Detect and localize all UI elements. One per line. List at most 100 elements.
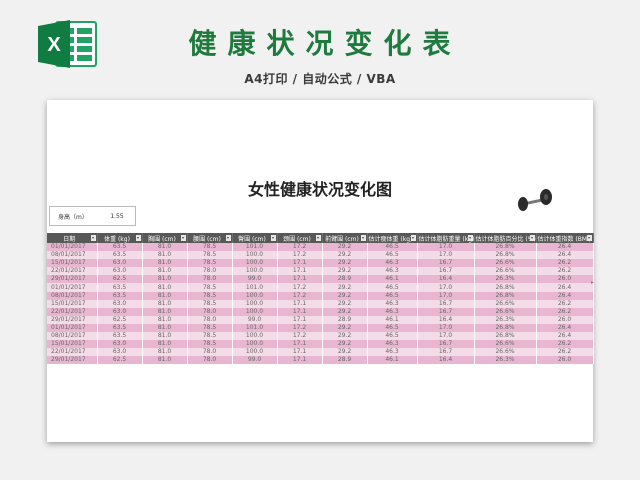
- table-cell[interactable]: 100.0: [232, 259, 278, 268]
- table-cell[interactable]: 63.5: [97, 291, 143, 300]
- table-cell[interactable]: 28.9: [322, 275, 368, 284]
- table-cell[interactable]: 17.2: [277, 251, 323, 260]
- table-cell[interactable]: 78.5: [187, 299, 233, 308]
- table-cell[interactable]: 26.0: [536, 315, 594, 324]
- filter-dropdown-icon[interactable]: ▾: [270, 235, 276, 241]
- column-header[interactable]: 颈围 (cm) ▾: [277, 233, 323, 243]
- scroll-right-icon[interactable]: ▸: [591, 279, 594, 286]
- table-cell[interactable]: 01/01/2017: [47, 323, 98, 333]
- table-cell[interactable]: 46.3: [367, 259, 418, 268]
- table-cell[interactable]: 46.5: [367, 332, 418, 341]
- table-cell[interactable]: 17.1: [277, 315, 323, 324]
- table-cell[interactable]: 78.0: [187, 267, 233, 276]
- table-cell[interactable]: 29/01/2017: [47, 356, 98, 365]
- table-cell[interactable]: 08/01/2017: [47, 291, 98, 300]
- table-cell[interactable]: 29.2: [322, 332, 368, 341]
- table-cell[interactable]: 15/01/2017: [47, 299, 98, 308]
- column-header[interactable]: 胸围 (cm) ▾: [142, 233, 188, 243]
- table-cell[interactable]: 29.2: [322, 299, 368, 308]
- table-cell[interactable]: 26.2: [536, 340, 594, 349]
- table-cell[interactable]: 26.4: [536, 243, 594, 252]
- column-header[interactable]: 估计体脂肪重量 (kg) ▾: [417, 233, 475, 243]
- table-cell[interactable]: 81.0: [142, 283, 188, 292]
- table-cell[interactable]: 78.5: [187, 291, 233, 300]
- table-cell[interactable]: 101.0: [232, 283, 278, 292]
- table-cell[interactable]: 81.0: [142, 243, 188, 252]
- table-cell[interactable]: 26.0: [536, 275, 594, 284]
- table-cell[interactable]: 81.0: [142, 267, 188, 276]
- table-cell[interactable]: 63.0: [97, 348, 143, 357]
- table-cell[interactable]: 78.0: [187, 315, 233, 324]
- height-value[interactable]: 1.55: [102, 213, 132, 220]
- table-cell[interactable]: 100.0: [232, 332, 278, 341]
- table-cell[interactable]: 17.1: [277, 340, 323, 349]
- table-cell[interactable]: 46.3: [367, 340, 418, 349]
- table-cell[interactable]: 78.0: [187, 307, 233, 316]
- table-cell[interactable]: 46.5: [367, 251, 418, 260]
- table-cell[interactable]: 78.5: [187, 332, 233, 341]
- table-cell[interactable]: 17.1: [277, 348, 323, 357]
- table-cell[interactable]: 46.1: [367, 315, 418, 324]
- table-cell[interactable]: 46.3: [367, 299, 418, 308]
- column-header[interactable]: 估计瘦体重 (kg) ▾: [367, 233, 418, 243]
- filter-dropdown-icon[interactable]: ▾: [410, 235, 416, 241]
- table-cell[interactable]: 63.0: [97, 307, 143, 316]
- table-cell[interactable]: 29.2: [322, 283, 368, 292]
- table-cell[interactable]: 26.8%: [474, 291, 537, 300]
- table-cell[interactable]: 17.1: [277, 307, 323, 316]
- table-cell[interactable]: 46.5: [367, 283, 418, 292]
- table-cell[interactable]: 22/01/2017: [47, 267, 98, 276]
- table-cell[interactable]: 17.1: [277, 275, 323, 284]
- table-cell[interactable]: 08/01/2017: [47, 332, 98, 341]
- table-cell[interactable]: 81.0: [142, 332, 188, 341]
- table-cell[interactable]: 17.0: [417, 251, 475, 260]
- table-cell[interactable]: 101.0: [232, 323, 278, 333]
- table-cell[interactable]: 26.2: [536, 259, 594, 268]
- table-cell[interactable]: 81.0: [142, 299, 188, 308]
- table-cell[interactable]: 17.1: [277, 356, 323, 365]
- table-cell[interactable]: 46.3: [367, 307, 418, 316]
- table-cell[interactable]: 81.0: [142, 251, 188, 260]
- table-cell[interactable]: 99.0: [232, 356, 278, 365]
- table-cell[interactable]: 62.5: [97, 315, 143, 324]
- table-cell[interactable]: 16.4: [417, 315, 475, 324]
- table-cell[interactable]: 26.6%: [474, 259, 537, 268]
- table-cell[interactable]: 17.1: [277, 267, 323, 276]
- table-cell[interactable]: 78.5: [187, 283, 233, 292]
- table-cell[interactable]: 78.5: [187, 251, 233, 260]
- table-cell[interactable]: 78.5: [187, 243, 233, 252]
- column-header[interactable]: 估计体脂肪百分比 (%) ▾: [474, 233, 537, 243]
- table-cell[interactable]: 29/01/2017: [47, 315, 98, 324]
- table-cell[interactable]: 26.8%: [474, 243, 537, 252]
- table-cell[interactable]: 29.2: [322, 291, 368, 300]
- table-cell[interactable]: 26.8%: [474, 283, 537, 292]
- table-cell[interactable]: 17.0: [417, 291, 475, 300]
- filter-dropdown-icon[interactable]: ▾: [225, 235, 231, 241]
- table-cell[interactable]: 29.2: [322, 243, 368, 252]
- table-cell[interactable]: 26.6%: [474, 299, 537, 308]
- table-cell[interactable]: 46.1: [367, 275, 418, 284]
- column-header[interactable]: 臀围 (cm) ▾: [232, 233, 278, 243]
- table-cell[interactable]: 99.0: [232, 315, 278, 324]
- table-cell[interactable]: 63.0: [97, 340, 143, 349]
- table-cell[interactable]: 29.2: [322, 323, 368, 333]
- table-cell[interactable]: 26.2: [536, 299, 594, 308]
- table-cell[interactable]: 29.2: [322, 259, 368, 268]
- table-cell[interactable]: 101.0: [232, 243, 278, 252]
- filter-dropdown-icon[interactable]: ▾: [315, 235, 321, 241]
- table-cell[interactable]: 15/01/2017: [47, 259, 98, 268]
- table-cell[interactable]: 16.4: [417, 356, 475, 365]
- table-cell[interactable]: 81.0: [142, 348, 188, 357]
- table-cell[interactable]: 81.0: [142, 307, 188, 316]
- table-cell[interactable]: 63.5: [97, 243, 143, 252]
- table-cell[interactable]: 26.4: [536, 283, 594, 292]
- table-cell[interactable]: 26.8%: [474, 251, 537, 260]
- table-cell[interactable]: 26.2: [536, 348, 594, 357]
- table-cell[interactable]: 63.5: [97, 323, 143, 333]
- table-cell[interactable]: 81.0: [142, 259, 188, 268]
- table-cell[interactable]: 26.8%: [474, 332, 537, 341]
- table-cell[interactable]: 100.0: [232, 340, 278, 349]
- table-cell[interactable]: 29.2: [322, 251, 368, 260]
- table-cell[interactable]: 17.1: [277, 299, 323, 308]
- table-cell[interactable]: 62.5: [97, 356, 143, 365]
